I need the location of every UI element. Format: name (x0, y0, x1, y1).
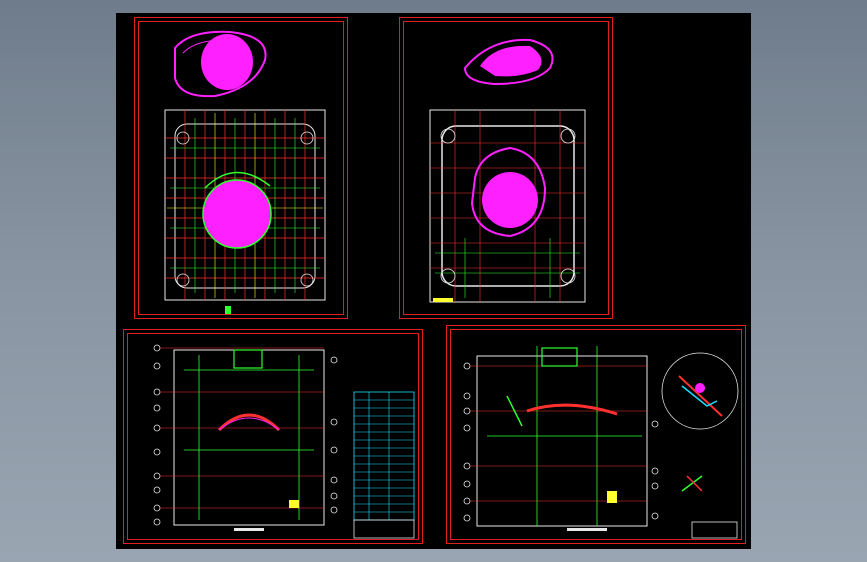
drawing-sheet-bottom-right[interactable] (446, 325, 746, 544)
plan-view-core-drawing (164, 30, 326, 314)
detail-symbol (681, 475, 703, 492)
part-isometric (174, 30, 267, 98)
cad-drawing-viewport[interactable] (116, 13, 751, 549)
drawing-sheet-bottom-left[interactable] (123, 329, 423, 544)
detail-circle (661, 352, 739, 430)
drawing-sheet-top-right[interactable] (399, 17, 613, 319)
drawing-sheet-top-left[interactable] (134, 17, 348, 319)
section-view-detail-drawing (463, 346, 739, 539)
plan-view-cavity-drawing (429, 38, 586, 303)
part-isometric-cavity (463, 38, 554, 86)
section-view-bom-drawing (153, 344, 415, 539)
